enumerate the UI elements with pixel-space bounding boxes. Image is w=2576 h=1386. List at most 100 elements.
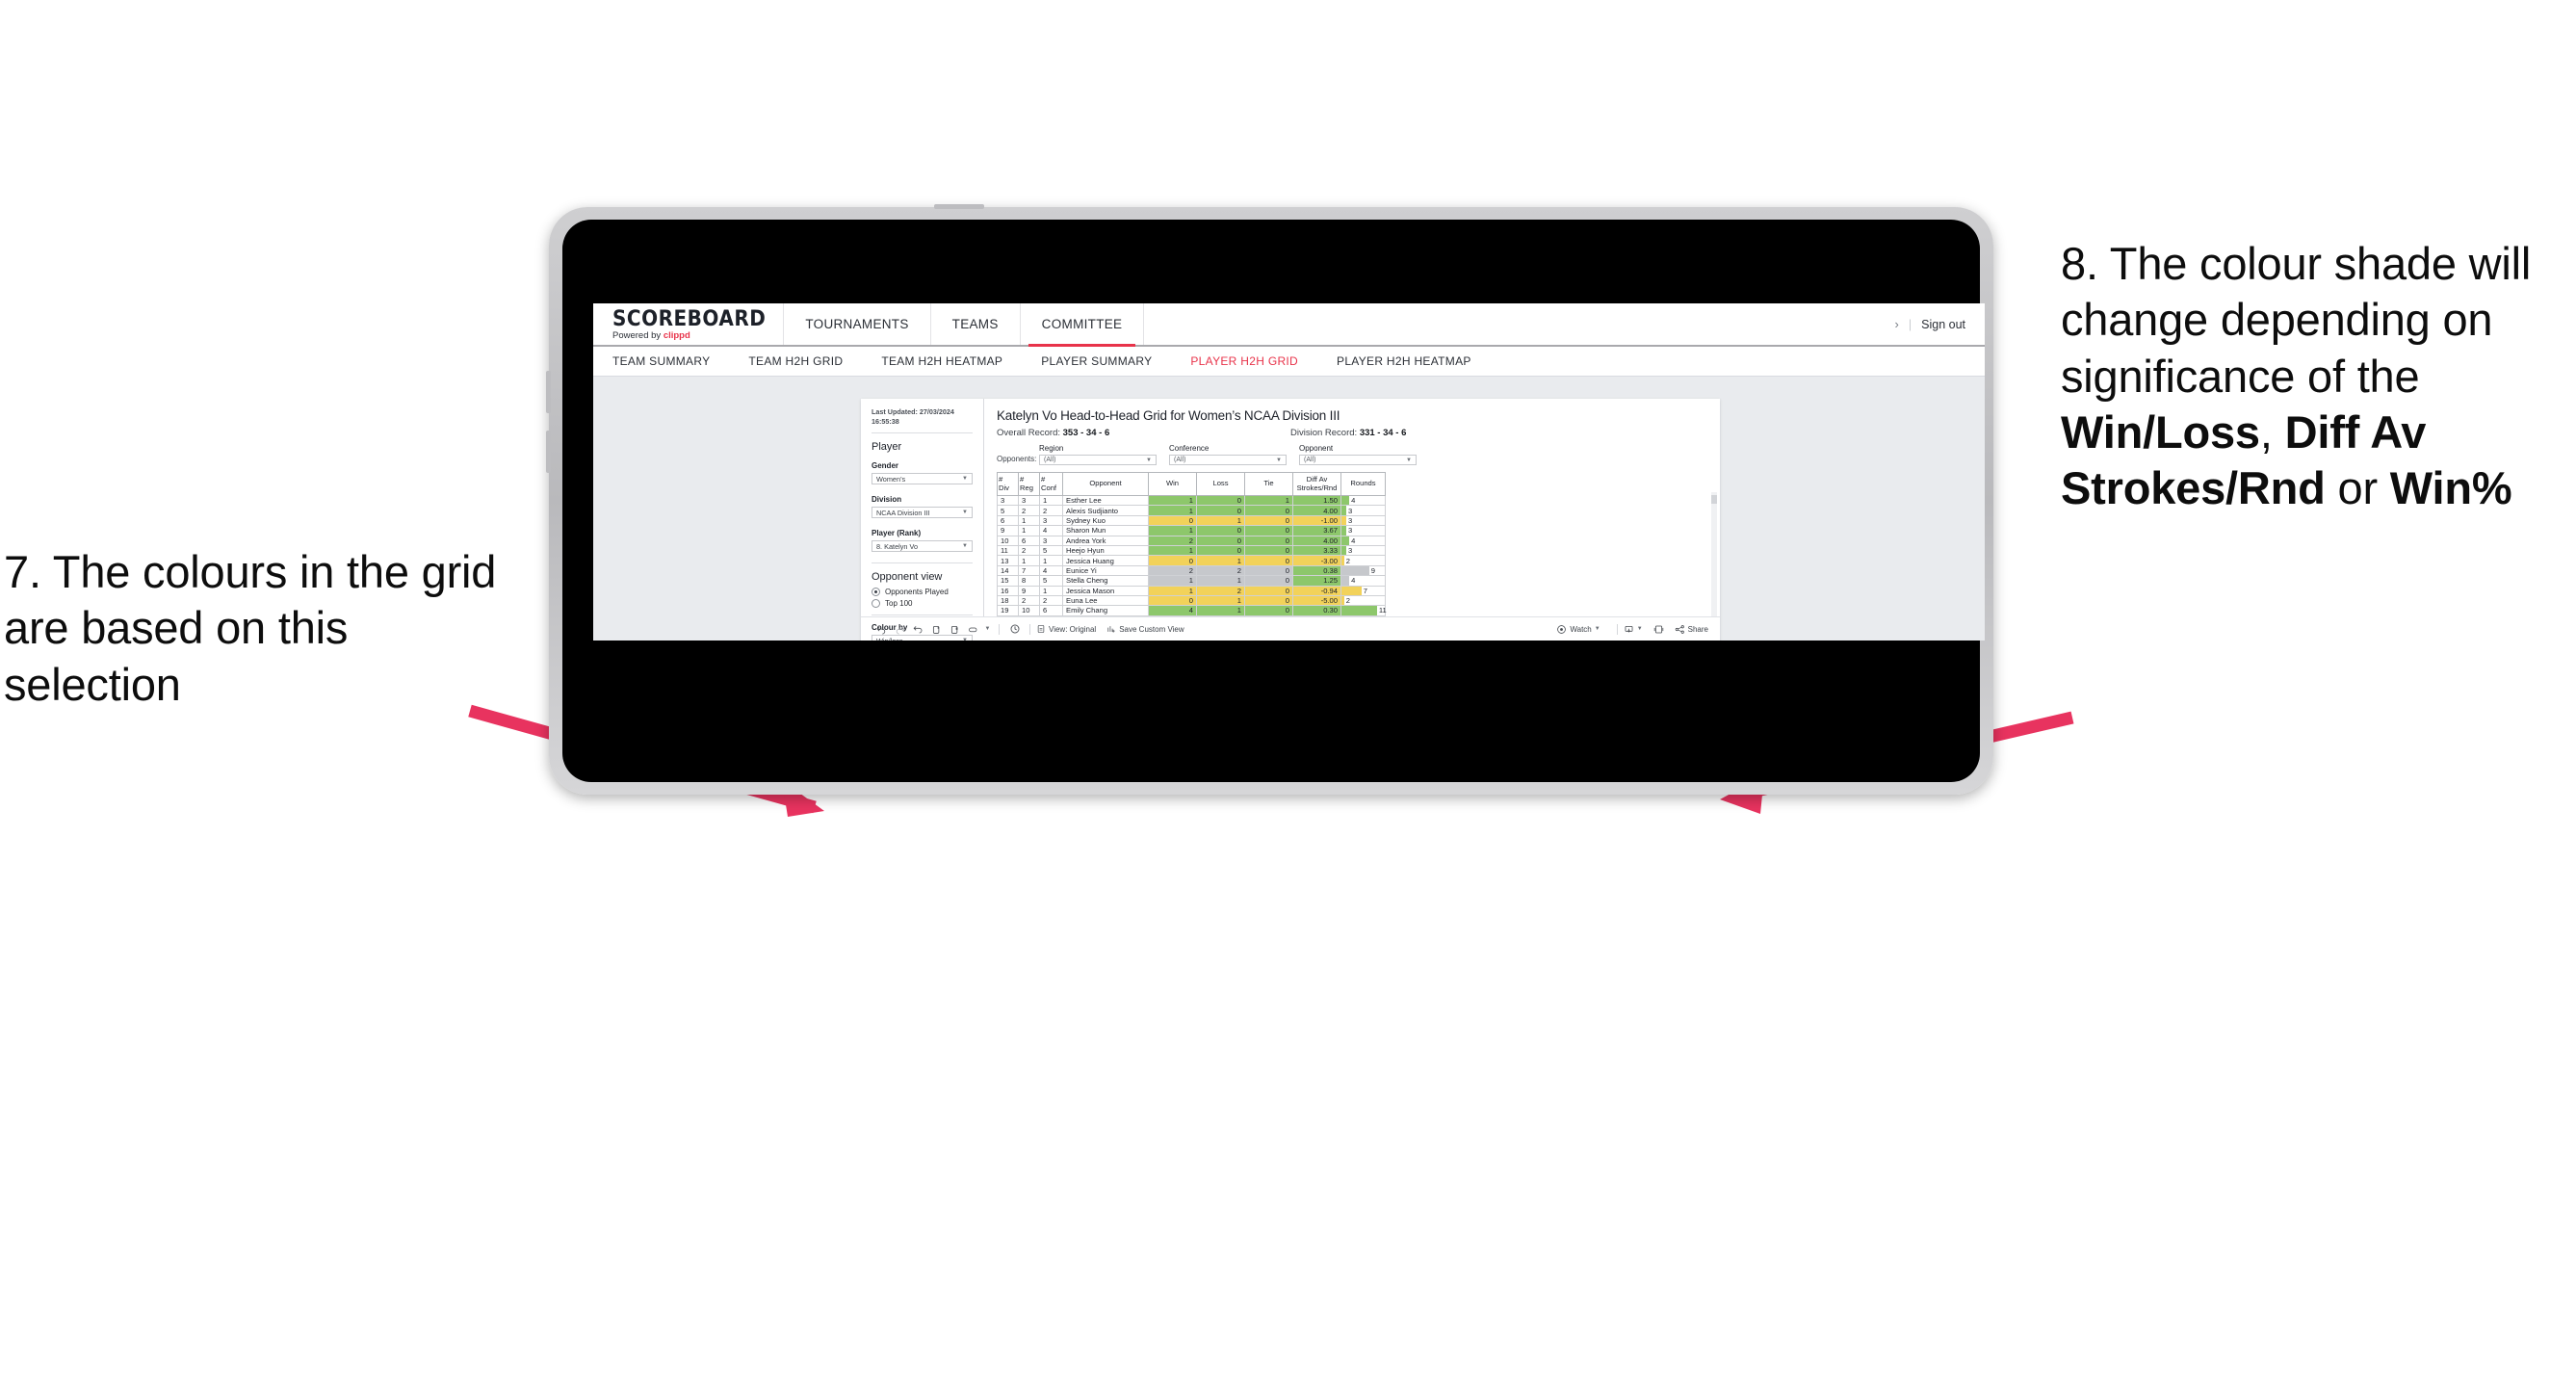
fullscreen-button[interactable] — [1653, 624, 1664, 635]
pause-auto-update-icon[interactable] — [946, 624, 964, 635]
table-cell: 16 — [997, 585, 1019, 596]
table-cell: 4 — [1039, 525, 1063, 536]
share-label: Share — [1687, 624, 1708, 634]
redo-icon[interactable] — [891, 624, 909, 635]
table-cell: 1 — [1018, 514, 1040, 527]
table-cell: 0 — [1244, 544, 1293, 557]
opponent-filter-row: Opponents: Region (All) ▼ Conference (Al — [997, 444, 1708, 465]
watch-button[interactable]: Watch ▼ — [1556, 624, 1600, 635]
view-original-button[interactable]: View: Original — [1036, 624, 1096, 634]
table-cell: 1 — [1039, 494, 1063, 507]
division-record-label: Division Record: — [1290, 428, 1360, 438]
table-row[interactable]: 11 2 5 Heejo Hyun 1 0 0 3.33 3 — [997, 544, 1386, 557]
view-original-label: View: Original — [1049, 624, 1097, 634]
h2h-grid-wrapper: # Div # Reg # Conf Opponent Win Loss Tie Di… — [997, 472, 1717, 616]
subnav-item-player-h2h-heatmap[interactable]: PLAYER H2H HEATMAP — [1317, 354, 1491, 368]
subnav-item-player-summary[interactable]: PLAYER SUMMARY — [1022, 354, 1171, 368]
table-cell: Jessica Huang — [1062, 555, 1149, 566]
download-button[interactable]: ▼ — [1624, 624, 1643, 635]
brand-logo[interactable]: SCOREBOARD Powered by clippd — [593, 304, 783, 341]
table-row[interactable]: 6 1 3 Sydney Kuo 0 1 0 -1.00 3 — [997, 514, 1386, 527]
table-row[interactable]: 15 8 5 Stella Cheng 1 1 0 1.25 4 — [997, 575, 1386, 587]
table-cell: 9 — [997, 525, 1019, 536]
player-rank-select[interactable]: 8. Katelyn Vo ▼ — [872, 540, 973, 552]
subnav-item-team-summary[interactable]: TEAM SUMMARY — [612, 354, 729, 368]
undo-icon[interactable] — [872, 624, 891, 635]
table-cell: 2 — [1018, 594, 1040, 607]
table-cell: 10 — [1018, 605, 1040, 616]
header-rounds: Rounds — [1340, 472, 1386, 496]
table-cell: 3 — [997, 494, 1019, 507]
subnav-item-team-h2h-grid[interactable]: TEAM H2H GRID — [729, 354, 862, 368]
gender-select[interactable]: Women’s ▼ — [872, 473, 973, 484]
save-custom-view-label: Save Custom View — [1119, 624, 1184, 634]
rounds-bar-cell: 6 — [1340, 615, 1386, 616]
rounds-bar-cell: 2 — [1340, 594, 1386, 607]
table-cell: 4 — [1148, 605, 1197, 616]
main-content: Katelyn Vo Head-to-Head Grid for Women’s… — [984, 399, 1720, 616]
colour-by-select[interactable]: Win/loss ▼ — [872, 635, 973, 641]
tablet-button-power[interactable] — [934, 204, 984, 209]
table-cell: 1 — [1148, 544, 1197, 557]
table-cell: 2 — [1039, 594, 1063, 607]
table-row[interactable]: 19 10 6 Emily Chang 4 1 0 0.30 11 — [997, 605, 1387, 616]
brand-name: SCOREBOARD — [612, 304, 767, 331]
nav-item-tournaments[interactable]: TOURNAMENTS — [784, 303, 929, 345]
table-cell: 8 — [1018, 575, 1040, 587]
rounds-bar-cell: 11 — [1340, 605, 1387, 616]
conference-select[interactable]: (All) ▼ — [1169, 455, 1287, 465]
fullscreen-icon — [1653, 625, 1663, 633]
table-cell: 3.33 — [1292, 544, 1341, 557]
opponent-select[interactable]: (All) ▼ — [1299, 455, 1417, 465]
table-cell: 7 — [1018, 564, 1040, 577]
rounds-bar-cell: 4 — [1340, 535, 1386, 546]
highlight-shape-icon[interactable] — [964, 624, 982, 635]
table-cell: Alexis Sudjianto — [1062, 505, 1149, 516]
share-button[interactable]: Share — [1675, 624, 1708, 635]
table-row[interactable]: 13 1 1 Jessica Huang 0 1 0 -3.00 2 — [997, 555, 1386, 566]
tablet-button-volume-up[interactable] — [546, 371, 551, 413]
rounds-bar-cell: 3 — [1340, 544, 1386, 557]
save-custom-view-button[interactable]: Save Custom View — [1106, 624, 1184, 634]
opponent-filter-conference: Conference (All) ▼ — [1169, 444, 1287, 465]
revert-icon[interactable] — [909, 624, 927, 635]
table-row[interactable]: 10 6 3 Andrea York 2 0 0 4.00 4 — [997, 535, 1386, 546]
nav-item-committee[interactable]: COMMITTEE — [1021, 303, 1144, 347]
download-icon — [1625, 625, 1633, 633]
refresh-data-icon[interactable] — [927, 624, 946, 635]
table-row[interactable]: 18 2 2 Euna Lee 0 1 0 -5.00 2 — [997, 594, 1386, 607]
table-row[interactable]: 5 2 2 Alexis Sudjianto 1 0 0 4.00 3 — [997, 505, 1386, 516]
vertical-divider: | — [1908, 317, 1912, 331]
dashboard-sheet: Last Updated: 27/03/2024 16:55:38 Player… — [861, 399, 1720, 641]
grid-scrollbar-track[interactable] — [1711, 492, 1717, 616]
table-cell: Euna Lee — [1062, 594, 1149, 607]
table-cell: -3.00 — [1292, 555, 1341, 566]
table-row[interactable]: 3 3 1 Esther Lee 1 0 1 1.50 4 — [997, 494, 1386, 507]
table-cell: 1 — [1196, 555, 1245, 566]
region-select[interactable]: (All) ▼ — [1039, 455, 1157, 465]
table-cell: 1 — [1196, 514, 1245, 527]
table-cell: 18 — [997, 594, 1019, 607]
brand-tagline: Powered by clippd — [612, 331, 766, 341]
table-cell: 11 — [1018, 615, 1040, 616]
table-row[interactable]: 16 9 1 Jessica Mason 1 2 0 -0.94 7 — [997, 585, 1386, 596]
shape-dropdown-caret-icon[interactable]: ▼ — [982, 626, 993, 632]
sign-out-button[interactable]: Sign out — [1921, 318, 1965, 331]
subnav-item-team-h2h-heatmap[interactable]: TEAM H2H HEATMAP — [862, 354, 1022, 368]
table-row[interactable]: 20117Federica Domecq Lacroze2101.336 — [997, 615, 1386, 616]
tablet-button-volume-down[interactable] — [546, 431, 551, 473]
radio-top-100[interactable]: Top 100 — [872, 599, 973, 608]
grid-scrollbar-thumb[interactable] — [1711, 495, 1717, 504]
nav-item-teams[interactable]: TEAMS — [931, 303, 1020, 345]
opponent-view-label: Opponent view — [872, 571, 943, 583]
division-select[interactable]: NCAA Division III ▼ — [872, 507, 973, 518]
conference-value: (All) — [1174, 457, 1186, 463]
subnav-item-player-h2h-grid[interactable]: PLAYER H2H GRID — [1171, 354, 1317, 368]
table-cell: 1 — [1018, 525, 1040, 536]
clock-history-icon[interactable] — [1005, 623, 1024, 635]
chevron-right-icon[interactable]: › — [1895, 317, 1899, 331]
radio-opponents-played[interactable]: Opponents Played — [872, 588, 973, 596]
table-cell: 7 — [1039, 615, 1063, 616]
table-row[interactable]: 14 7 4 Eunice Yi 2 2 0 0.38 9 — [997, 564, 1386, 577]
table-row[interactable]: 9 1 4 Sharon Mun 1 0 0 3.67 3 — [997, 525, 1386, 536]
